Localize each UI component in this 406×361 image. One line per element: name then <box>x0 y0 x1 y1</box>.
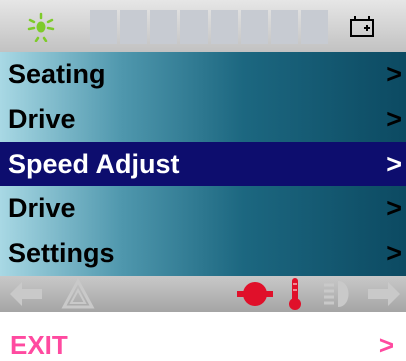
lights-icon <box>27 12 55 42</box>
menu-item[interactable]: Drive > <box>0 186 406 231</box>
menu-item[interactable]: Speed Adjust > <box>0 141 406 187</box>
battery-segment <box>90 10 118 44</box>
exit-label: EXIT <box>10 330 68 360</box>
menu-list: Seating > Drive > Speed Adjust > Drive > Setting… <box>0 52 406 276</box>
battery-segment <box>210 10 238 44</box>
left-arrow-icon <box>10 282 42 306</box>
menu-item-label: Settings <box>8 238 115 269</box>
brake-icon <box>237 282 273 306</box>
headlight-icon <box>324 281 349 307</box>
battery-segment <box>150 10 178 44</box>
status-header <box>0 0 406 52</box>
menu-item[interactable]: Settings > <box>0 231 406 276</box>
menu-item-label: Drive <box>8 193 76 224</box>
battery-segment <box>120 10 148 44</box>
battery-segment <box>180 10 208 44</box>
battery-segment <box>300 10 328 44</box>
battery-segment <box>240 10 268 44</box>
chevron-right-icon: > <box>386 238 402 269</box>
chevron-right-icon: > <box>386 59 402 89</box>
chevron-right-icon: > <box>386 193 402 224</box>
menu-item[interactable]: Seating > <box>0 52 406 97</box>
thermometer-icon <box>289 278 301 310</box>
battery-level-bar <box>90 10 328 44</box>
menu-item-label: Speed Adjust <box>8 148 180 179</box>
status-bar <box>0 276 406 312</box>
battery-segment <box>270 10 298 44</box>
menu-item-label: Drive <box>8 103 76 134</box>
battery-icon <box>350 16 374 37</box>
menu-item-label: Seating <box>8 59 106 89</box>
exit-arrow-icon: > <box>378 330 394 360</box>
hazard-icon <box>61 277 95 309</box>
menu-item[interactable]: Drive > <box>0 97 406 142</box>
right-arrow-icon <box>368 282 400 306</box>
chevron-right-icon: > <box>386 103 402 134</box>
exit-button[interactable]: EXIT > <box>0 326 406 361</box>
display-screen: Seating > Drive > Speed Adjust > Drive > Setting… <box>0 0 406 312</box>
chevron-right-icon: > <box>386 148 402 179</box>
